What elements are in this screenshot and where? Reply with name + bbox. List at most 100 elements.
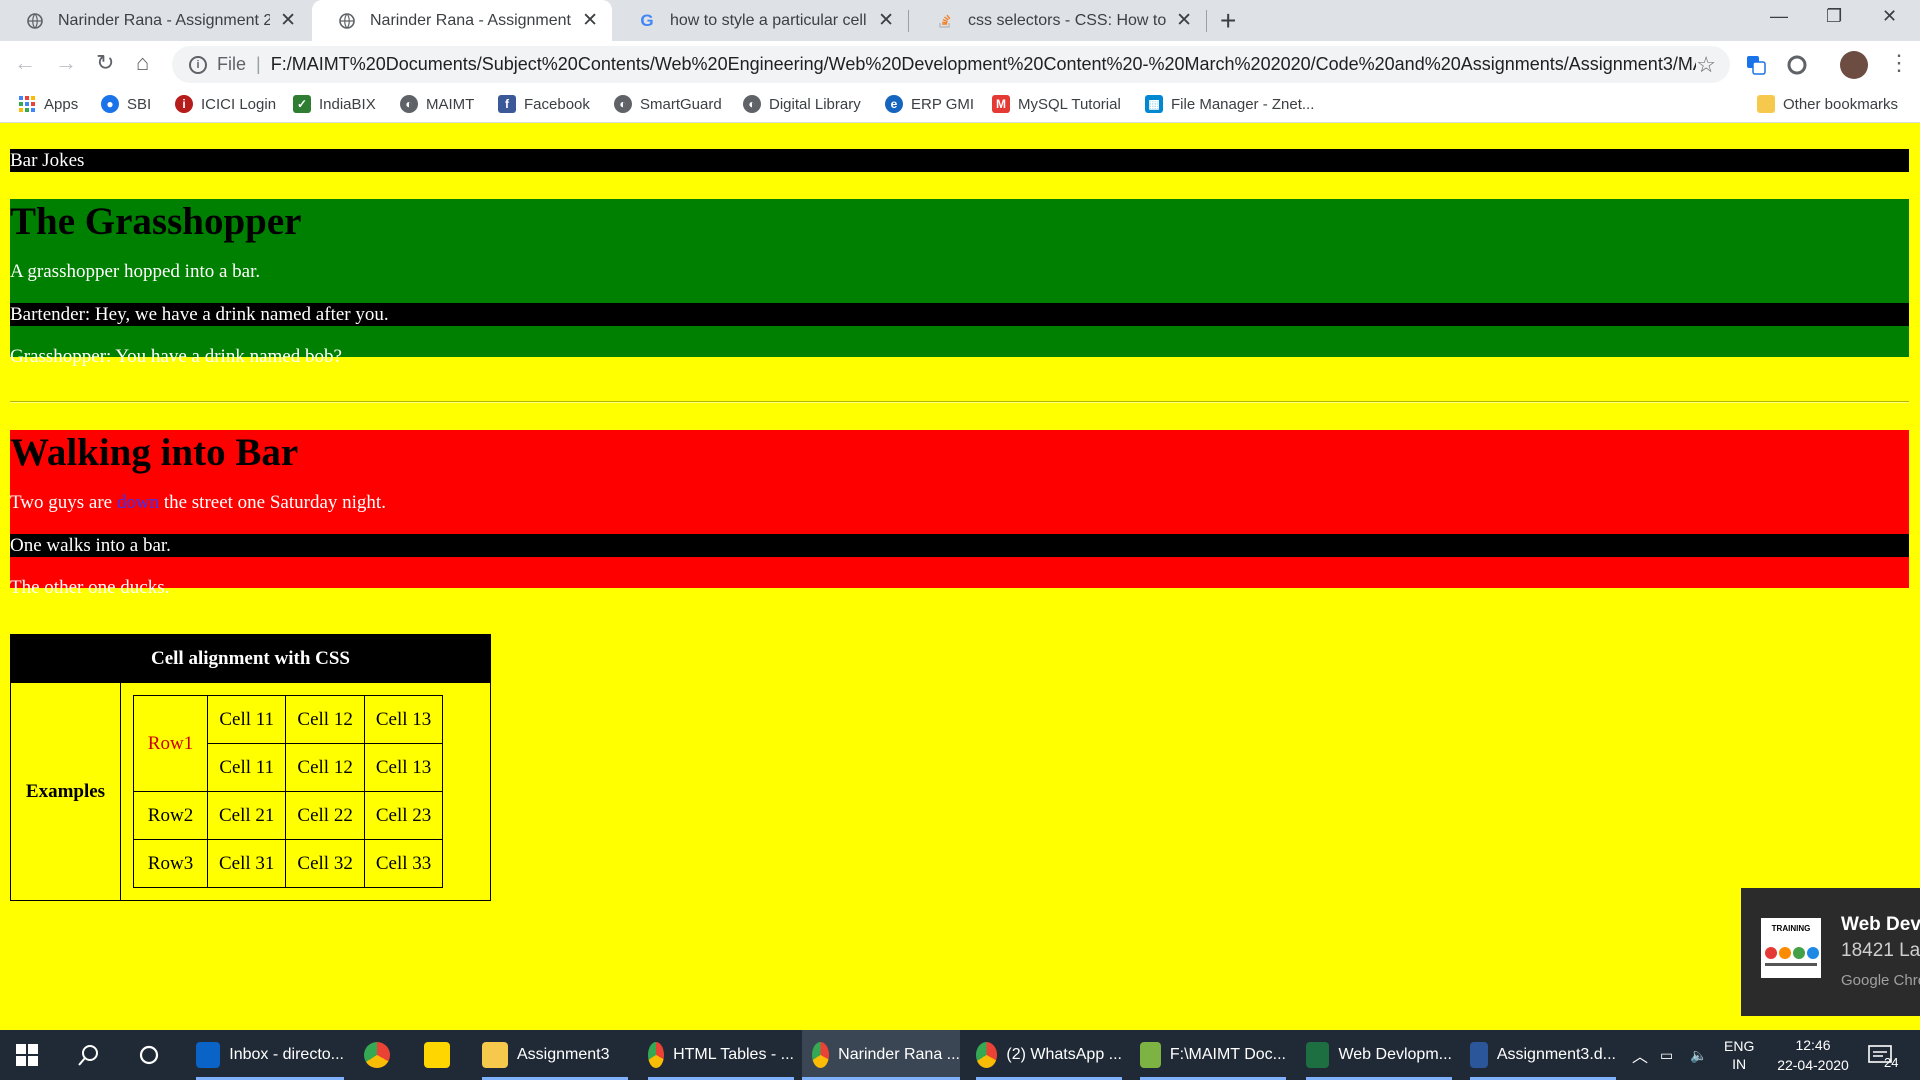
bookmark-maimt[interactable]: ◐ MAIMT (400, 95, 474, 113)
cell-alignment-table: Cell alignment with CSS Examples Row1 Ce… (10, 634, 491, 901)
start-button[interactable] (16, 1030, 38, 1080)
tab-assignment-3[interactable]: Narinder Rana - Assignment 3 ✕ (312, 0, 612, 41)
taskbar-item-word[interactable]: Assignment3.d... (1470, 1030, 1616, 1080)
close-icon[interactable]: ✕ (878, 9, 894, 32)
bookmark-sbi[interactable]: ● SBI (101, 95, 151, 113)
joke-grasshopper: The Grasshopper A grasshopper hopped int… (10, 199, 1909, 367)
notification-title: Web Deve (1841, 914, 1920, 935)
notepad-icon (1140, 1042, 1161, 1068)
bookmark-star-icon[interactable]: ☆ (1696, 52, 1716, 78)
profile-avatar[interactable] (1840, 51, 1868, 79)
close-icon[interactable]: ✕ (1176, 9, 1192, 32)
globe-icon: ◐ (400, 95, 418, 113)
thumbnail-graphic (1765, 947, 1819, 966)
taskbar-item-sticky-notes[interactable] (424, 1030, 459, 1080)
tab-title: how to style a particular cell in a t (670, 11, 868, 29)
tab-assignment-2[interactable]: Narinder Rana - Assignment 2 ✕ (0, 0, 310, 41)
stackoverflow-icon (936, 12, 954, 30)
url-text[interactable]: F:/MAIMT%20Documents/Subject%20Contents/… (271, 54, 1697, 75)
taskbar-item-notepad[interactable]: F:\MAIMT Doc... (1140, 1030, 1286, 1080)
clock-time: 12:46 (1795, 1037, 1831, 1053)
bookmark-label: File Manager - Znet... (1171, 95, 1315, 113)
bookmark-erp-gmi[interactable]: e ERP GMI (885, 95, 974, 113)
address-bar[interactable]: i File | F:/MAIMT%20Documents/Subject%20… (172, 46, 1730, 83)
bookmark-label: IndiaBIX (319, 95, 376, 113)
bookmark-apps[interactable]: Apps (18, 95, 78, 113)
clock[interactable]: 12:46 22-04-2020 (1772, 1030, 1854, 1080)
joke-line: One walks into a bar. (10, 534, 1909, 557)
bookmark-digital-library[interactable]: ◐ Digital Library (743, 95, 861, 113)
outlook-icon (196, 1042, 221, 1068)
bookmarks-bar: Apps ● SBI i ICICI Login ✓ IndiaBIX ◐ MA… (0, 87, 1920, 123)
minimize-icon[interactable]: — (1770, 6, 1788, 27)
joke-line: The other one ducks. (10, 577, 170, 598)
bookmark-indiabix[interactable]: ✓ IndiaBIX (293, 95, 376, 113)
restore-icon[interactable]: ❐ (1826, 6, 1842, 27)
indiabix-icon: ✓ (293, 95, 311, 113)
battery-icon[interactable]: ▭ (1660, 1030, 1673, 1080)
taskbar-item-chrome[interactable] (364, 1030, 399, 1080)
language-indicator[interactable]: ENG IN (1724, 1030, 1754, 1080)
sticky-notes-icon (424, 1042, 450, 1068)
joke-text: the street one Saturday night. (159, 492, 386, 513)
globe-icon: ◐ (743, 95, 761, 113)
joke-line: Bartender: Hey, we have a drink named af… (10, 303, 1909, 326)
apps-grid-icon (18, 95, 36, 113)
tab-stackoverflow[interactable]: css selectors - CSS: How to targe ✕ (910, 0, 1206, 41)
tab-title: Narinder Rana - Assignment 2 (58, 11, 271, 29)
taskbar-label: Assignment3.d... (1496, 1046, 1616, 1063)
bookmark-mysql-tutorial[interactable]: M MySQL Tutorial (992, 95, 1121, 113)
back-arrow-icon[interactable]: ← (14, 50, 36, 76)
google-icon: G (640, 10, 654, 30)
bookmark-file-manager[interactable]: ▦ File Manager - Znet... (1145, 95, 1314, 113)
bookmark-label: SBI (127, 95, 152, 113)
bookmark-label: SmartGuard (640, 95, 722, 113)
action-center-icon[interactable]: 24 (1868, 1030, 1898, 1080)
task-view-button[interactable] (138, 1030, 160, 1080)
tab-google-search[interactable]: G how to style a particular cell in a t … (612, 0, 908, 41)
chrome-icon (648, 1042, 665, 1068)
taskbar-item-html-tables[interactable]: HTML Tables - ... (648, 1030, 794, 1080)
bookmark-label: ERP GMI (911, 95, 975, 113)
taskbar-item-whatsapp[interactable]: (2) WhatsApp ... (976, 1030, 1122, 1080)
sbi-icon: ● (101, 95, 119, 113)
page-content: Bar Jokes The Grasshopper A grasshopper … (0, 124, 1920, 1030)
menu-dots-icon[interactable]: ⋮ (1888, 50, 1910, 76)
taskbar-item-excel[interactable]: Web Devlopm... (1306, 1030, 1452, 1080)
page-header-bar: Bar Jokes (10, 149, 1909, 172)
volume-icon[interactable]: 🔈 (1690, 1030, 1707, 1080)
tray-chevron-icon[interactable]: ︿ (1632, 1030, 1648, 1080)
bookmark-facebook[interactable]: f Facebook (498, 95, 590, 113)
notification-subtitle: 18421 Lal (1841, 940, 1920, 961)
notification-toast[interactable]: TRAINING Web Deve 18421 Lal Google Chro (1741, 888, 1920, 1016)
close-icon[interactable]: ✕ (582, 9, 598, 32)
close-window-icon[interactable]: ✕ (1882, 6, 1897, 27)
bookmark-smartguard[interactable]: ◐ SmartGuard (614, 95, 722, 113)
browser-toolbar: ← → ↻ ⌂ i File | F:/MAIMT%20Documents/Su… (0, 41, 1920, 87)
taskbar: Inbox - directo... Assignment3 HTML Tabl… (0, 1030, 1920, 1080)
bookmark-label: Digital Library (769, 95, 861, 113)
clock-date: 22-04-2020 (1777, 1057, 1849, 1073)
taskbar-item-folder[interactable]: Assignment3 (482, 1030, 628, 1080)
home-icon[interactable]: ⌂ (136, 50, 149, 76)
taskbar-item-outlook[interactable]: Inbox - directo... (196, 1030, 344, 1080)
other-bookmarks[interactable]: Other bookmarks (1757, 95, 1898, 113)
close-icon[interactable]: ✕ (280, 9, 296, 32)
bookmark-label: Apps (44, 95, 79, 113)
extension-circle-icon[interactable] (1786, 54, 1808, 76)
taskbar-item-narinder-rana[interactable]: Narinder Rana ... (802, 1030, 960, 1080)
new-tab-button[interactable]: + (1220, 5, 1236, 37)
region-code: IN (1732, 1056, 1747, 1072)
divider: | (256, 54, 261, 74)
reload-icon[interactable]: ↻ (96, 50, 114, 76)
horizontal-rule (10, 401, 1909, 403)
bookmark-icici[interactable]: i ICICI Login (175, 95, 276, 113)
joke-line: A grasshopper hopped into a bar. (10, 261, 261, 282)
info-icon[interactable]: i (189, 55, 207, 74)
chrome-icon (976, 1042, 998, 1068)
translate-extension-icon[interactable] (1745, 54, 1767, 76)
search-button[interactable] (78, 1030, 100, 1080)
globe-icon (26, 12, 44, 30)
joke-text: Two guys are (10, 492, 117, 513)
forward-arrow-icon[interactable]: → (55, 50, 77, 76)
